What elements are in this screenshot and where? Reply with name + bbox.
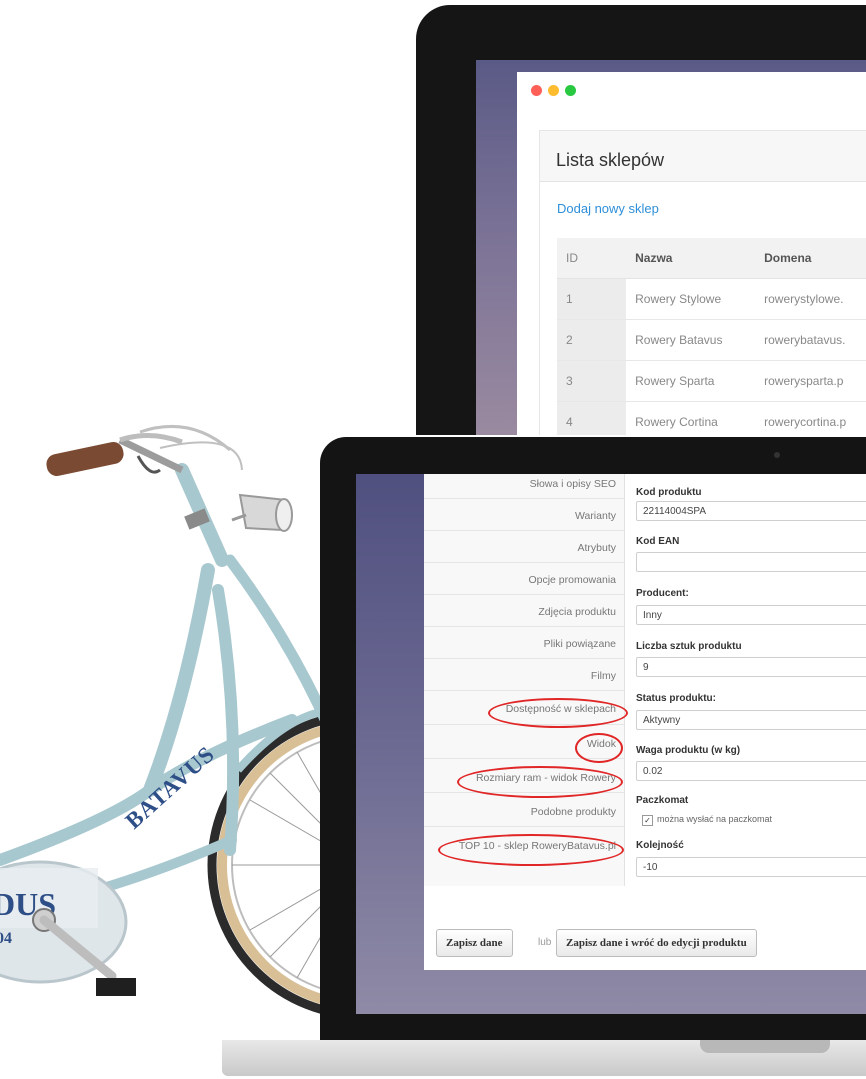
column-header-name[interactable]: Nazwa — [626, 238, 756, 279]
divider — [424, 690, 624, 691]
sidebar-item-variants[interactable]: Warianty — [575, 510, 616, 522]
product-sections-sidebar: Słowa i opisy SEO Warianty Atrybuty Opcj… — [424, 474, 625, 886]
parcel-locker-checkbox-row[interactable]: ✓ można wysłać na paczkomat — [642, 814, 772, 826]
row-id: 3 — [557, 360, 627, 402]
sidebar-item-files[interactable]: Pliki powiązane — [544, 638, 616, 650]
chainguard: DUS 04 — [0, 860, 128, 984]
save-button[interactable]: Zapisz dane — [436, 929, 513, 957]
add-new-shop-link[interactable]: Dodaj nowy sklep — [557, 201, 659, 216]
minimize-window-button[interactable] — [548, 85, 559, 96]
browser-window: Lista sklepów Dodaj nowy sklep ID Nazwa … — [517, 72, 866, 435]
product-code-label: Kod produktu — [636, 487, 702, 498]
ean-label: Kod EAN — [636, 536, 680, 547]
highlight-ellipse-availability — [488, 698, 628, 728]
divider — [424, 626, 624, 627]
product-edit-form: Słowa i opisy SEO Warianty Atrybuty Opcj… — [424, 474, 866, 970]
weight-label: Waga produktu (w kg) — [636, 745, 741, 756]
row-name: Rowery Cortina — [626, 401, 756, 435]
producer-label: Producent: — [636, 588, 689, 599]
stock-count-label: Liczba sztuk produktu — [636, 641, 742, 652]
table-row[interactable]: 2 Rowery Batavus rowerybatavus. — [557, 319, 866, 361]
row-id: 4 — [557, 401, 627, 435]
row-domain: rowerybatavus. — [755, 319, 866, 361]
webcam-icon — [774, 452, 780, 458]
parcel-locker-checkbox-label: można wysłać na paczkomat — [657, 814, 773, 824]
close-window-button[interactable] — [531, 85, 542, 96]
handlebar-grip — [46, 441, 124, 477]
sidebar-item-similar-products[interactable]: Podobne produkty — [531, 806, 616, 818]
producer-select[interactable]: Inny — [636, 605, 866, 625]
product-code-input[interactable]: 22114004SPA — [636, 501, 866, 521]
row-id: 1 — [557, 278, 627, 320]
order-label: Kolejność — [636, 840, 684, 851]
highlight-ellipse-view — [575, 733, 623, 763]
ean-input[interactable] — [636, 552, 866, 572]
highlight-ellipse-frame-sizes — [457, 766, 623, 798]
laptop-hinge-notch — [700, 1040, 830, 1053]
sidebar-item-photos[interactable]: Zdjęcia produktu — [538, 606, 616, 618]
parcel-locker-label: Paczkomat — [636, 795, 689, 806]
stock-count-input[interactable]: 9 — [636, 657, 866, 677]
shops-panel: Lista sklepów Dodaj nowy sklep ID Nazwa … — [539, 130, 866, 435]
divider — [424, 498, 624, 499]
table-row[interactable]: 1 Rowery Stylowe rowerystylowe. — [557, 278, 866, 320]
row-name: Rowery Sparta — [626, 360, 756, 402]
shops-table: ID Nazwa Domena 1 Rowery Stylowe rowerys… — [557, 238, 866, 435]
row-name: Rowery Stylowe — [626, 278, 756, 320]
row-domain: rowerysparta.p — [755, 360, 866, 402]
table-row[interactable]: 4 Rowery Cortina rowerycortina.p — [557, 401, 866, 435]
table-row[interactable]: 3 Rowery Sparta rowerysparta.p — [557, 360, 866, 402]
divider — [424, 530, 624, 531]
table-header-row: ID Nazwa Domena — [557, 238, 866, 279]
maximize-window-button[interactable] — [565, 85, 576, 96]
sidebar-item-videos[interactable]: Filmy — [591, 670, 616, 682]
parcel-locker-checkbox[interactable]: ✓ — [642, 815, 653, 826]
weight-input[interactable]: 0.02 — [636, 761, 866, 781]
sidebar-item-attributes[interactable]: Atrybuty — [577, 542, 616, 554]
row-id: 2 — [557, 319, 627, 361]
column-header-id[interactable]: ID — [557, 238, 627, 279]
svg-text:04: 04 — [0, 930, 12, 947]
headlamp — [231, 493, 293, 532]
row-name: Rowery Batavus — [626, 319, 756, 361]
highlight-ellipse-top10 — [438, 834, 624, 866]
or-text: lub — [538, 937, 552, 948]
status-label: Status produktu: — [636, 693, 716, 704]
row-domain: rowerystylowe. — [755, 278, 866, 320]
divider — [424, 594, 624, 595]
row-domain: rowerycortina.p — [755, 401, 866, 435]
column-header-domain[interactable]: Domena — [755, 238, 866, 279]
save-and-return-button[interactable]: Zapisz dane i wróć do edycji produktu — [556, 929, 757, 957]
sidebar-item-promotion[interactable]: Opcje promowania — [528, 574, 616, 586]
divider — [424, 562, 624, 563]
status-select[interactable]: Aktywny — [636, 710, 866, 730]
page-title: Lista sklepów — [556, 150, 665, 170]
bike-frame — [0, 554, 336, 905]
bike-brand-text: BATAVUS — [121, 741, 220, 834]
divider — [424, 826, 624, 827]
divider — [424, 658, 624, 659]
order-input[interactable]: -10 — [636, 857, 866, 877]
sidebar-item-seo[interactable]: Słowa i opisy SEO — [530, 478, 616, 490]
